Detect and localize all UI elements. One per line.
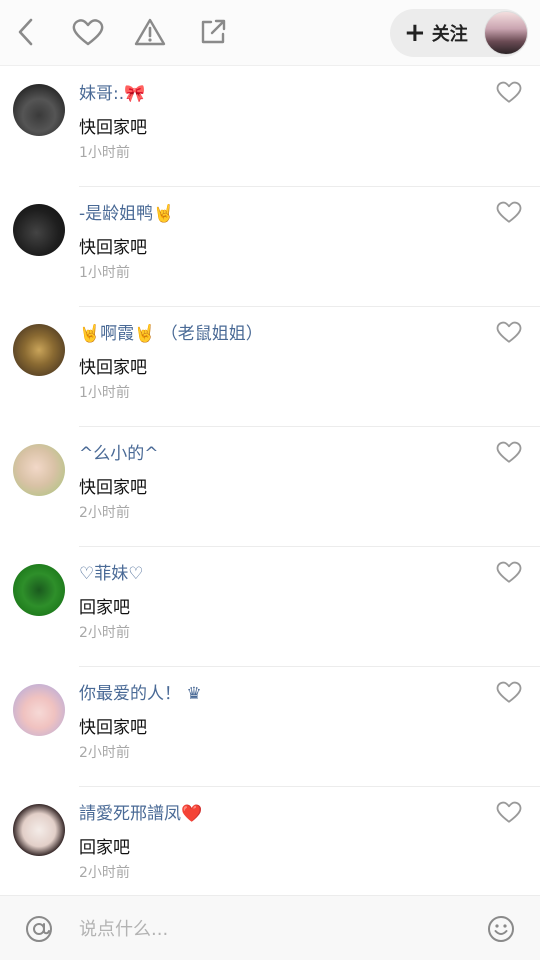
heart-icon: [72, 19, 104, 46]
follow-button[interactable]: + 关注: [390, 9, 528, 57]
comment-item[interactable]: 你最爱的人！ ♛ 快回家吧 2小时前: [0, 667, 540, 787]
comment-item[interactable]: 請愛死邢譜凤❤️ 回家吧 2小时前: [0, 787, 540, 907]
avatar[interactable]: [13, 564, 65, 616]
comment-item[interactable]: 妹哥:.🎀 快回家吧 1小时前: [0, 67, 540, 187]
plus-icon: +: [404, 18, 426, 48]
report-button[interactable]: [132, 14, 168, 50]
share-icon: [201, 19, 226, 44]
emoji-icon[interactable]: [486, 914, 516, 944]
comment-time: 2小时前: [79, 865, 130, 881]
comment-username[interactable]: ♡菲妹♡: [79, 559, 143, 584]
comment-time: 1小时前: [79, 265, 130, 281]
comment-list: 妹哥:.🎀 快回家吧 1小时前 -是龄姐鸭🤘 快回家吧 1小时前 🤘啊霞🤘 （老…: [0, 67, 540, 907]
comment-time: 1小时前: [79, 385, 130, 401]
comment-text: 快回家吧: [79, 118, 147, 138]
comment-time: 2小时前: [79, 745, 130, 761]
comment-text: 快回家吧: [79, 478, 147, 498]
avatar[interactable]: [13, 804, 65, 856]
avatar[interactable]: [13, 84, 65, 136]
comment-username[interactable]: 🤘啊霞🤘 （老鼠姐姐）: [79, 319, 263, 344]
heart-icon[interactable]: [496, 560, 522, 584]
comment-text: 快回家吧: [79, 718, 147, 738]
heart-icon[interactable]: [496, 680, 522, 704]
avatar[interactable]: [13, 204, 65, 256]
comment-username[interactable]: 請愛死邢譜凤❤️: [79, 799, 202, 824]
avatar[interactable]: [13, 444, 65, 496]
heart-icon[interactable]: [496, 800, 522, 824]
heart-icon[interactable]: [496, 80, 522, 104]
follow-label: 关注: [431, 24, 468, 45]
avatar[interactable]: [13, 684, 65, 736]
heart-icon[interactable]: [496, 200, 522, 224]
comment-item[interactable]: ♡菲妹♡ 回家吧 2小时前: [0, 547, 540, 667]
comment-text: 快回家吧: [79, 358, 147, 378]
back-icon: [18, 18, 33, 46]
comment-time: 1小时前: [79, 145, 130, 161]
comment-text: 回家吧: [79, 838, 130, 858]
comment-username[interactable]: 你最爱的人！ ♛: [79, 679, 202, 704]
comment-text: 回家吧: [79, 598, 130, 618]
share-button[interactable]: [195, 14, 231, 50]
comment-item[interactable]: -是龄姐鸭🤘 快回家吧 1小时前: [0, 187, 540, 307]
author-avatar[interactable]: [484, 11, 528, 55]
comment-item[interactable]: 🤘啊霞🤘 （老鼠姐姐） 快回家吧 1小时前: [0, 307, 540, 427]
heart-icon[interactable]: [496, 320, 522, 344]
comment-item[interactable]: ^么小的^ 快回家吧 2小时前: [0, 427, 540, 547]
warning-icon: [134, 18, 166, 46]
comment-username[interactable]: ^么小的^: [79, 439, 159, 464]
comment-text: 快回家吧: [79, 238, 147, 258]
comment-username[interactable]: 妹哥:.🎀: [79, 79, 145, 104]
comment-username[interactable]: -是龄姐鸭🤘: [79, 199, 174, 224]
back-button[interactable]: [8, 14, 44, 50]
comment-input-bar: [0, 895, 540, 960]
avatar[interactable]: [13, 324, 65, 376]
at-mention-icon[interactable]: [24, 914, 54, 944]
like-button[interactable]: [70, 14, 106, 50]
comment-input[interactable]: [79, 916, 459, 942]
comment-time: 2小时前: [79, 625, 130, 641]
heart-icon[interactable]: [496, 440, 522, 464]
top-bar: + 关注: [0, 0, 540, 66]
comment-time: 2小时前: [79, 505, 130, 521]
